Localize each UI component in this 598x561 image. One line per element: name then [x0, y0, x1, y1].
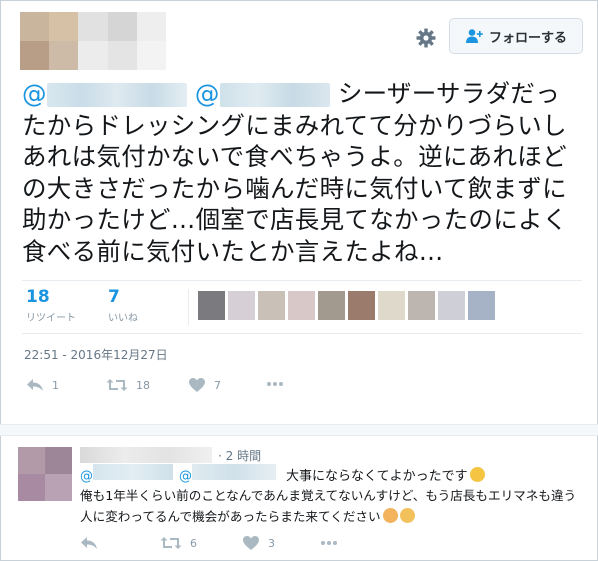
reply-more-button[interactable] [320, 540, 338, 546]
more-icon [267, 382, 283, 386]
liker-avatar[interactable] [318, 291, 345, 320]
redacted-username [93, 464, 173, 480]
liker-avatar[interactable] [348, 291, 375, 320]
likes-count: 7 [108, 287, 120, 307]
like-count: 7 [214, 378, 221, 392]
reply-count: 1 [52, 378, 59, 392]
person-bowing-emoji-icon [399, 508, 415, 523]
avatar-tile [45, 474, 72, 501]
retweet-icon [160, 537, 182, 549]
avatar-tile [136, 12, 166, 41]
liker-avatar[interactable] [198, 291, 225, 320]
avatar-tile [78, 12, 108, 41]
follow-label: フォローする [488, 30, 567, 46]
reply-like-button[interactable]: 3 [242, 535, 275, 551]
reply-retweet-button[interactable]: 6 [160, 535, 197, 551]
likes-label: いいね [108, 313, 138, 324]
person-plus-icon [465, 28, 483, 44]
liker-avatar[interactable] [288, 291, 315, 320]
redacted-username [219, 83, 330, 107]
reply-icon [27, 379, 43, 391]
retweet-count: 18 [136, 378, 150, 392]
liker-avatar[interactable] [468, 291, 495, 320]
reply-avatar[interactable] [18, 447, 72, 501]
reply-time[interactable]: · 2 時間 [218, 447, 261, 464]
retweet-icon [106, 379, 128, 391]
reply-first-line: @ @ 大事にならなくてよかったです [80, 464, 485, 484]
more-button[interactable] [266, 381, 284, 387]
mention-link[interactable]: @ [80, 464, 173, 484]
tweet-stats: 18 リツイート 7 いいね [22, 280, 582, 334]
mention-link[interactable]: @ [179, 464, 276, 484]
liker-avatar[interactable] [378, 291, 405, 320]
reply-icon [81, 537, 97, 549]
avatar-tile [20, 41, 50, 70]
section-separator [0, 424, 598, 436]
avatar-tile [107, 12, 137, 41]
retweets-count: 18 [26, 287, 50, 307]
reply-like-count: 3 [268, 536, 275, 550]
reply-body: 俺も1年半くらい前のことなんであんま覚えてないんすけど、もう店長もエリマネも違う… [80, 488, 577, 524]
like-button[interactable]: 7 [188, 377, 221, 393]
reply-button[interactable]: 1 [26, 377, 59, 393]
tweet-text: @ @ シーザーサラダだったからドレッシングにまみれてて分かりづらいしあれは気付… [22, 78, 582, 267]
stats-divider [188, 289, 189, 325]
heart-icon [243, 536, 259, 550]
redacted-username [192, 464, 276, 480]
avatar-tile [49, 41, 79, 70]
follow-button[interactable]: フォローする [449, 18, 583, 54]
liker-avatar[interactable] [258, 291, 285, 320]
retweets-label: リツイート [26, 313, 76, 324]
more-icon [321, 541, 337, 545]
gear-icon[interactable] [414, 26, 438, 50]
retweets-stat[interactable]: 18 リツイート [26, 287, 76, 324]
redacted-username [46, 83, 187, 107]
heart-icon [189, 378, 205, 392]
liker-avatar[interactable] [408, 291, 435, 320]
mention-link[interactable]: @ [22, 79, 187, 108]
avatar-tile [20, 12, 50, 41]
liker-avatars [198, 291, 495, 320]
avatar-tile [107, 41, 137, 70]
avatar-tile [18, 447, 45, 474]
avatar-tile [78, 41, 108, 70]
reply-retweet-count: 6 [190, 536, 197, 550]
avatar-tile [45, 447, 72, 474]
author-avatar[interactable] [20, 12, 166, 70]
sweat-smile-emoji-icon [469, 466, 485, 482]
retweet-button[interactable]: 18 [106, 377, 150, 393]
liker-avatar[interactable] [228, 291, 255, 320]
avatar-tile [18, 474, 45, 501]
redacted-reply-author[interactable] [80, 447, 212, 463]
mention-link[interactable]: @ [195, 79, 330, 108]
avatar-tile [49, 12, 79, 41]
person-bowing-emoji-icon [382, 508, 398, 523]
reply-line1-text: 大事にならなくてよかったです [286, 468, 468, 484]
likes-stat[interactable]: 7 いいね [108, 287, 138, 324]
tweet-timestamp[interactable]: 22:51 - 2016年12月27日 [24, 346, 168, 363]
avatar-tile [136, 41, 166, 70]
liker-avatar[interactable] [438, 291, 465, 320]
reply-reply-button[interactable] [80, 535, 98, 551]
